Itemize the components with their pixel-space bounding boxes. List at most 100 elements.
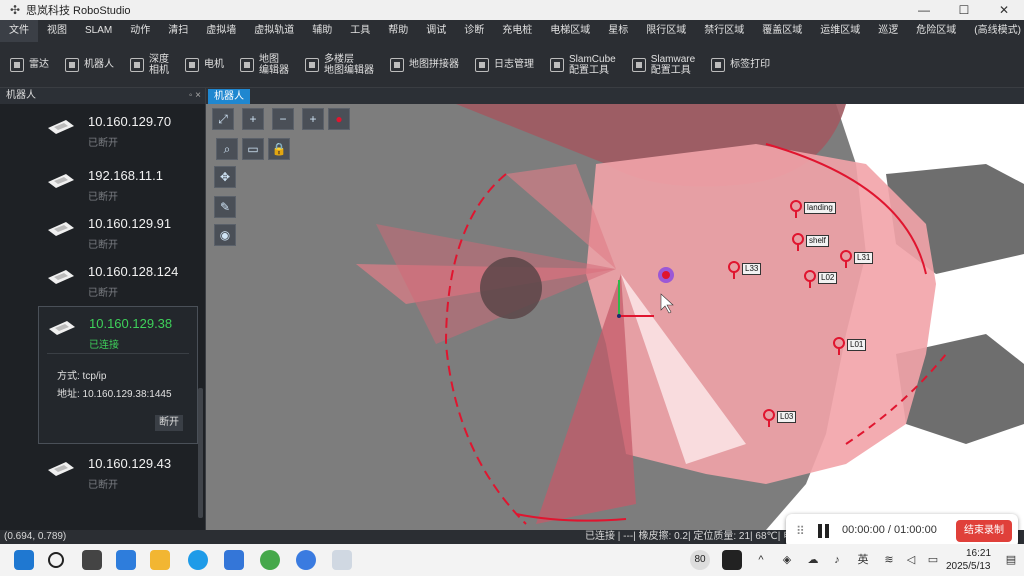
- slamware-config-tool-button[interactable]: Slamware 配置工具: [631, 54, 695, 76]
- map-editor-tool-button[interactable]: 地图 编辑器: [240, 54, 289, 76]
- menu-tools[interactable]: 工具: [341, 20, 379, 42]
- fit-view-button[interactable]: ⤢: [212, 108, 234, 130]
- lidar-tool-button[interactable]: 雷达: [10, 57, 49, 72]
- performance-badge[interactable]: 80: [690, 550, 710, 570]
- robot-state: 已断开: [88, 288, 118, 299]
- marker-label[interactable]: L03: [777, 411, 797, 423]
- selected-robot-card[interactable]: 10.160.129.38 已连接 方式: tcp/ip 地址: 10.160.…: [38, 306, 198, 444]
- menu-star[interactable]: 星标: [599, 20, 637, 42]
- slamcube-config-tool-button[interactable]: SlamCube 配置工具: [550, 54, 616, 76]
- map-stitcher-tool-button[interactable]: 地图拼接器: [390, 57, 459, 72]
- panel-scrollbar[interactable]: [198, 388, 203, 518]
- marker-label[interactable]: L31: [854, 252, 874, 264]
- depth-camera-tool-button[interactable]: 深度 相机: [130, 54, 169, 76]
- record-icon[interactable]: ●: [328, 108, 350, 130]
- robot-ip: 192.168.11.1: [88, 168, 163, 183]
- robot-list-item[interactable]: 192.168.11.1 已断开: [0, 160, 200, 212]
- notification-icon[interactable]: ▤: [1004, 553, 1018, 567]
- clock-time[interactable]: 16:21: [966, 548, 991, 559]
- menu-elevator-area[interactable]: 电梯区域: [541, 20, 599, 42]
- edge-icon[interactable]: [188, 550, 208, 570]
- robostudio-icon[interactable]: [332, 550, 352, 570]
- search-icon[interactable]: ⌕: [216, 138, 238, 160]
- chevron-up-icon[interactable]: ^: [754, 553, 768, 567]
- mic-icon[interactable]: ♪: [830, 553, 844, 567]
- lock-icon[interactable]: 🔒: [268, 138, 290, 160]
- menu-debug[interactable]: 调试: [417, 20, 455, 42]
- label-print-tool-button[interactable]: 标签打印: [711, 57, 770, 72]
- cursor-coordinates: (0.694, 0.789): [4, 531, 67, 542]
- eye-icon[interactable]: ◉: [214, 224, 236, 246]
- app-icon[interactable]: [224, 550, 244, 570]
- menu-virtual-track[interactable]: 虚拟轨道: [245, 20, 303, 42]
- menu-danger-area[interactable]: 危险区域: [907, 20, 965, 42]
- stop-recording-button[interactable]: 结束录制: [956, 520, 1012, 542]
- zoom-in-button[interactable]: +: [302, 108, 324, 130]
- panel-controls[interactable]: ◦ ×: [189, 88, 201, 104]
- menu-file[interactable]: 文件: [0, 20, 38, 42]
- camera-view-icon[interactable]: ▭: [242, 138, 264, 160]
- marker-label[interactable]: shelf: [806, 235, 829, 247]
- shield-icon[interactable]: ◈: [780, 553, 794, 567]
- tab-robot[interactable]: 机器人: [208, 89, 250, 104]
- search-taskbar-icon[interactable]: [48, 552, 64, 568]
- drag-handle-icon[interactable]: ⠿: [796, 524, 805, 538]
- multi-floor-editor-tool-button[interactable]: 多楼层 地图编辑器: [305, 54, 374, 76]
- map-canvas[interactable]: ⤢ + − + ● ⌕ ▭ 🔒 ✥ ✎ ◉ landing shelf L33 …: [206, 104, 1024, 530]
- menu-assist[interactable]: 辅助: [303, 20, 341, 42]
- motor-tool-button[interactable]: 电机: [185, 57, 224, 72]
- task-view-icon[interactable]: [82, 550, 102, 570]
- menu-help[interactable]: 帮助: [379, 20, 417, 42]
- camera-icon: [130, 57, 144, 72]
- marker-label[interactable]: L33: [742, 263, 762, 275]
- menu-forbidden-area[interactable]: 禁行区域: [695, 20, 753, 42]
- menu-charger[interactable]: 充电桩: [493, 20, 541, 42]
- app-icon[interactable]: [260, 550, 280, 570]
- marker-label[interactable]: L02: [818, 272, 838, 284]
- robot-list-item[interactable]: 10.160.129.91 已断开: [0, 208, 200, 260]
- cube-icon: [550, 57, 564, 72]
- menu-maintenance-area[interactable]: 运维区域: [811, 20, 869, 42]
- menu-diagnose[interactable]: 诊断: [455, 20, 493, 42]
- minimize-button[interactable]: —: [904, 0, 944, 20]
- cloud-icon[interactable]: ☁: [806, 553, 820, 567]
- app-icon[interactable]: [722, 550, 742, 570]
- robot-tool-button[interactable]: 机器人: [65, 57, 114, 72]
- windows-start-icon[interactable]: [14, 550, 34, 570]
- battery-icon[interactable]: ▭: [926, 553, 940, 567]
- ime-indicator[interactable]: 英: [856, 553, 870, 567]
- menu-virtual-wall[interactable]: 虚拟墙: [197, 20, 245, 42]
- wifi-icon[interactable]: ≋: [882, 553, 896, 567]
- pause-icon[interactable]: [818, 524, 830, 538]
- menu-patrol[interactable]: 巡逻: [869, 20, 907, 42]
- menu-view[interactable]: 视图: [38, 20, 76, 42]
- disconnect-button[interactable]: 断开: [155, 415, 183, 431]
- menu-restricted-area[interactable]: 限行区域: [637, 20, 695, 42]
- volume-icon[interactable]: ◁: [904, 553, 918, 567]
- pen-icon[interactable]: ✎: [214, 196, 236, 218]
- robot-list-item[interactable]: 10.160.129.43 已断开: [0, 448, 200, 500]
- marker-label[interactable]: landing: [804, 202, 836, 214]
- close-button[interactable]: ✕: [984, 0, 1024, 20]
- robot-list-item[interactable]: 10.160.129.70 已断开: [0, 106, 200, 158]
- app-icon[interactable]: [296, 550, 316, 570]
- config-icon: [631, 57, 646, 72]
- menu-slam[interactable]: SLAM: [76, 20, 121, 42]
- zoom-out-button[interactable]: −: [272, 108, 294, 130]
- robot-list-item[interactable]: 10.160.128.124 已断开: [0, 256, 200, 308]
- move-icon[interactable]: ✥: [214, 166, 236, 188]
- menu-bar: 文件 视图 SLAM 动作 清扫 虚拟墙 虚拟轨道 辅助 工具 帮助 调试 诊断…: [0, 20, 1024, 42]
- menu-action[interactable]: 动作: [121, 20, 159, 42]
- menu-coverage-area[interactable]: 覆盖区域: [753, 20, 811, 42]
- menu-offline-mode[interactable]: (高线模式): [965, 20, 1024, 42]
- title-bar: ✣ 思岚科技 RoboStudio — ☐ ✕: [0, 0, 1024, 20]
- robot-ip: 10.160.129.43: [88, 456, 172, 471]
- folder-icon[interactable]: [150, 550, 170, 570]
- center-button[interactable]: +: [242, 108, 264, 130]
- menu-clean[interactable]: 清扫: [159, 20, 197, 42]
- maximize-button[interactable]: ☐: [944, 0, 984, 20]
- log-manager-tool-button[interactable]: 日志管理: [475, 57, 534, 72]
- marker-label[interactable]: L01: [847, 339, 867, 351]
- clock-date[interactable]: 2025/5/13: [946, 561, 991, 572]
- app-icon[interactable]: [116, 550, 136, 570]
